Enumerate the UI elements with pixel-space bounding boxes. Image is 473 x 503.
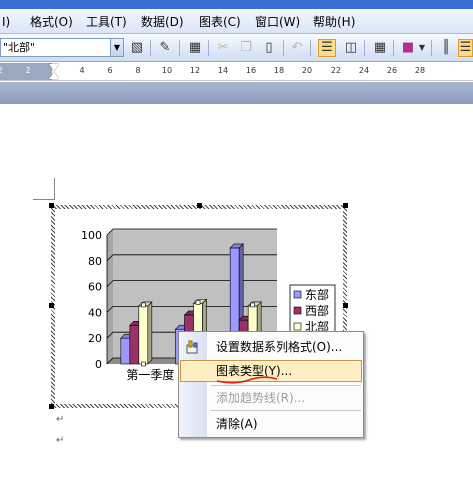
- ruler-tick: 10: [161, 66, 173, 75]
- format-series-icon: [185, 339, 201, 355]
- ruler-tick: 28: [414, 66, 426, 75]
- ruler-tick: 22: [330, 66, 342, 75]
- bar-西部[interactable]: [129, 325, 140, 365]
- page-corner-mark: [54, 178, 55, 200]
- x-category-label: 第一季度: [126, 367, 174, 382]
- ruler-band: [0, 82, 473, 104]
- series-selection-marker: [250, 302, 255, 308]
- resize-handle[interactable]: [49, 203, 54, 208]
- cut-icon[interactable]: ✂: [214, 39, 232, 57]
- ruler-tick: 4: [79, 66, 85, 75]
- ruler-tick: 18: [273, 66, 285, 75]
- paragraph-mark: ↵: [56, 435, 65, 446]
- context-menu: 设置数据系列格式(O)... 图表类型(Y)... 添加趋势线(R)... 清除…: [178, 331, 364, 438]
- toolbar-separator: [283, 40, 284, 56]
- ruler-tick: 16: [245, 66, 257, 75]
- series-selection-marker: [141, 361, 146, 367]
- menu-clear[interactable]: 清除(A): [180, 413, 362, 435]
- y-tick-label: 0: [95, 358, 102, 371]
- menu-insert[interactable]: I): [2, 13, 10, 31]
- series-selection-marker: [195, 300, 201, 305]
- data-table-icon[interactable]: ▦: [371, 39, 389, 57]
- ruler-tick: 14: [217, 66, 229, 75]
- by-column-icon[interactable]: ◫: [342, 39, 360, 57]
- toolbar-separator: [179, 40, 180, 56]
- legend-swatch: [293, 322, 302, 331]
- menu-separator: [211, 410, 361, 411]
- y-tick-label: 100: [81, 229, 102, 242]
- ruler-tick: 2: [0, 66, 7, 75]
- resize-handle[interactable]: [49, 303, 54, 308]
- horizontal-ruler[interactable]: 2 2 4 6 8 10 12 14 16 18 20 22 24 26 28: [0, 63, 473, 81]
- resize-handle[interactable]: [343, 303, 348, 308]
- legend-swatch: [293, 306, 302, 315]
- menu-tools[interactable]: 工具(T): [86, 13, 127, 31]
- legend-label: 西部: [305, 303, 329, 318]
- plot-side-wall: [107, 229, 113, 364]
- ruler-tick: 8: [135, 66, 141, 75]
- menu-item-label: 清除(A): [216, 417, 258, 431]
- ruler-tick: 6: [107, 66, 113, 75]
- combo-value: "北部": [3, 41, 36, 54]
- undo-icon[interactable]: ↶: [288, 39, 306, 57]
- ruler-tick: 24: [358, 66, 370, 75]
- datasheet-icon[interactable]: ▦: [186, 39, 204, 57]
- toolbar-separator: [208, 40, 209, 56]
- menu-separator: [211, 385, 361, 386]
- bar-side: [147, 301, 153, 365]
- copy-icon[interactable]: ❐: [237, 39, 255, 57]
- bar-东部[interactable]: [120, 337, 131, 365]
- chart-toolbar: "北部" ▼ ▧ ✎ ▦ ✂ ❐ ▯ ↶ ☰ ◫ ▦ ■ ▼ ║ ☰: [0, 34, 473, 62]
- y-tick-label: 20: [88, 332, 102, 345]
- y-tick-label: 40: [88, 306, 102, 319]
- toolbar-separator: [364, 40, 365, 56]
- ruler-tick: 12: [189, 66, 201, 75]
- y-tick-label: 80: [88, 255, 102, 268]
- by-row-icon[interactable]: ☰: [318, 39, 336, 57]
- toolbar-separator: [431, 40, 432, 56]
- chevron-down-icon[interactable]: ▼: [110, 39, 123, 56]
- first-line-indent-marker[interactable]: [49, 64, 59, 71]
- chart-type-icon[interactable]: ■: [399, 39, 417, 57]
- menu-add-trendline: 添加趋势线(R)...: [180, 387, 362, 409]
- menu-item-label: 添加趋势线(R)...: [216, 391, 306, 405]
- ruler-tick: 26: [386, 66, 398, 75]
- red-underline-annotation: [216, 376, 278, 384]
- chart-objects-combo[interactable]: "北部" ▼: [0, 38, 124, 57]
- value-gridlines-icon[interactable]: ☰: [458, 39, 473, 57]
- y-tick-label: 60: [88, 281, 102, 294]
- format-object-icon[interactable]: ▧: [128, 39, 146, 57]
- menu-format[interactable]: 格式(O): [30, 13, 73, 31]
- resize-handle[interactable]: [343, 203, 348, 208]
- page-corner-mark: [33, 199, 55, 200]
- paste-icon[interactable]: ▯: [260, 39, 278, 57]
- ruler-tick: 2: [25, 66, 31, 75]
- toolbar-separator: [150, 40, 151, 56]
- paragraph-mark: ↵: [56, 414, 65, 425]
- menu-item-label: 设置数据系列格式(O)...: [216, 340, 343, 354]
- menu-chart-type[interactable]: 图表类型(Y)...: [180, 360, 362, 384]
- toolbar-separator: [310, 40, 311, 56]
- resize-handle[interactable]: [197, 203, 202, 208]
- menu-bar: I) 格式(O) 工具(T) 数据(D) 图表(C) 窗口(W) 帮助(H): [0, 9, 473, 34]
- chevron-down-icon[interactable]: ▼: [417, 39, 427, 57]
- category-gridlines-icon[interactable]: ║: [437, 39, 455, 57]
- legend-label: 东部: [305, 287, 329, 302]
- bar-北部[interactable]: [138, 305, 149, 365]
- menu-help[interactable]: 帮助(H): [313, 13, 355, 31]
- menu-chart[interactable]: 图表(C): [199, 13, 241, 31]
- import-icon[interactable]: ✎: [156, 39, 174, 57]
- menu-data[interactable]: 数据(D): [141, 13, 184, 31]
- series-selection-marker: [141, 302, 146, 308]
- title-bar: [0, 0, 473, 9]
- menu-window[interactable]: 窗口(W): [255, 13, 300, 31]
- hanging-indent-marker[interactable]: [49, 72, 59, 79]
- legend-swatch: [293, 290, 302, 299]
- ruler-tick: 20: [301, 66, 313, 75]
- toolbar-separator: [393, 40, 394, 56]
- resize-handle[interactable]: [49, 404, 54, 409]
- menu-format-data-series[interactable]: 设置数据系列格式(O)...: [180, 336, 362, 358]
